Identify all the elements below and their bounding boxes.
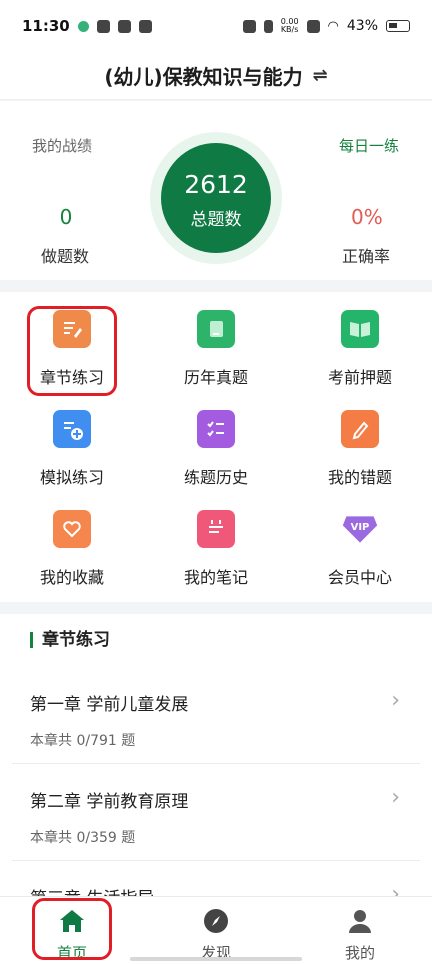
switch-icon[interactable]: ⇌ — [313, 65, 328, 86]
chevron-right-icon: › — [391, 688, 400, 713]
user-icon — [349, 910, 371, 933]
document-plus-icon — [53, 410, 91, 448]
tab-label: 首页 — [56, 944, 87, 962]
accuracy-value: 0% — [351, 205, 383, 229]
feature-chapter-practice[interactable]: 章节练习 — [0, 292, 144, 392]
sim-icon — [306, 19, 320, 33]
feature-wrong-questions[interactable]: 我的错题 — [288, 392, 432, 492]
feature-label: 我的错题 — [327, 468, 392, 487]
feature-mock-practice[interactable]: 模拟练习 — [0, 392, 144, 492]
total-questions-circle[interactable]: 2612 总题数 — [161, 143, 271, 253]
bottom-tabbar: 首页 发现 我的 — [0, 896, 432, 964]
feature-label: 我的收藏 — [39, 568, 104, 587]
speed-unit: KB/s — [280, 25, 299, 34]
calendar-note-icon — [197, 510, 235, 548]
feature-label: 章节练习 — [39, 368, 104, 387]
edit-icon — [341, 410, 379, 448]
wifi-icon: ◠ — [327, 18, 339, 34]
feature-label: 会员中心 — [327, 568, 392, 587]
done-count-value: 0 — [59, 205, 73, 229]
count-suffix: 题 — [121, 733, 136, 749]
open-book-icon — [341, 310, 379, 348]
feature-label: 考前押题 — [327, 368, 392, 387]
vip-badge-text: VIP — [351, 522, 370, 533]
feature-label: 模拟练习 — [39, 468, 104, 487]
feature-pre-exam[interactable]: 考前押题 — [288, 292, 432, 392]
feature-label: 练题历史 — [183, 468, 248, 487]
tab-discover[interactable]: 发现 — [144, 897, 288, 964]
home-icon — [60, 910, 84, 932]
tab-home[interactable]: 首页 — [0, 897, 144, 964]
vibrate-icon — [263, 19, 273, 33]
status-bar: 11:30 0.00 KB/s ◠ 43% — [0, 0, 432, 52]
notification-icon — [77, 20, 89, 32]
battery-level: 43% — [346, 18, 378, 34]
subject-switcher[interactable]: (幼儿)保教知识与能力 ⇌ — [0, 52, 432, 100]
accuracy-label: 正确率 — [342, 247, 391, 266]
section-title: 章节练习 — [30, 632, 110, 649]
feature-label: 我的笔记 — [183, 568, 248, 587]
battery-icon — [386, 20, 410, 32]
checklist-icon — [197, 410, 235, 448]
status-time: 11:30 — [22, 17, 70, 35]
count-value: 0/359 — [76, 830, 117, 846]
feature-notes[interactable]: 我的笔记 — [144, 492, 288, 592]
compass-icon — [204, 909, 228, 933]
camera-icon — [242, 19, 256, 33]
chapter-item[interactable]: 第一章 学前儿童发展 本章共 0/791 题 › — [12, 668, 420, 764]
feature-label: 历年真题 — [183, 368, 248, 387]
chapter-count: 本章共 0/791 题 — [30, 730, 135, 750]
count-prefix: 本章共 — [30, 733, 72, 749]
feature-vip-center[interactable]: VIP 会员中心 — [288, 492, 432, 592]
feature-past-exams[interactable]: 历年真题 — [144, 292, 288, 392]
heart-folder-icon — [53, 510, 91, 548]
tab-mine[interactable]: 我的 — [288, 897, 432, 964]
network-speed: 0.00 KB/s — [281, 18, 299, 34]
done-count-label: 做题数 — [41, 247, 90, 266]
stats-card: 我的战绩 每日一练 2612 总题数 0 做题数 0% 正确率 — [0, 101, 432, 280]
chapter-count: 本章共 0/359 题 — [30, 827, 135, 847]
vip-icon: VIP — [341, 510, 379, 548]
count-prefix: 本章共 — [30, 830, 72, 846]
chapter-title: 第二章 学前教育原理 — [30, 792, 189, 812]
count-value: 0/791 — [76, 733, 117, 749]
app-notification-icon-2 — [117, 19, 131, 33]
chapter-title: 第一章 学前儿童发展 — [30, 695, 189, 715]
total-questions-value: 2612 — [184, 170, 248, 199]
tab-label: 我的 — [344, 944, 375, 962]
count-suffix: 题 — [121, 830, 136, 846]
app-notification-icon-3 — [138, 19, 152, 33]
daily-practice-link[interactable]: 每日一练 — [339, 135, 399, 156]
feature-history[interactable]: 练题历史 — [144, 392, 288, 492]
pencil-note-icon — [53, 310, 91, 348]
home-indicator — [130, 957, 302, 961]
chapter-item[interactable]: 第二章 学前教育原理 本章共 0/359 题 › — [12, 765, 420, 861]
page-title: (幼儿)保教知识与能力 — [104, 65, 303, 89]
book-stack-icon — [197, 310, 235, 348]
feature-favorites[interactable]: 我的收藏 — [0, 492, 144, 592]
total-questions-label: 总题数 — [190, 210, 242, 230]
chevron-right-icon: › — [391, 785, 400, 810]
my-record-label: 我的战绩 — [32, 137, 93, 155]
feature-grid: 章节练习 历年真题 考前押题 模拟练习 练题历史 我的错题 我的收藏 我的笔记 … — [0, 292, 432, 602]
app-notification-icon — [96, 19, 110, 33]
